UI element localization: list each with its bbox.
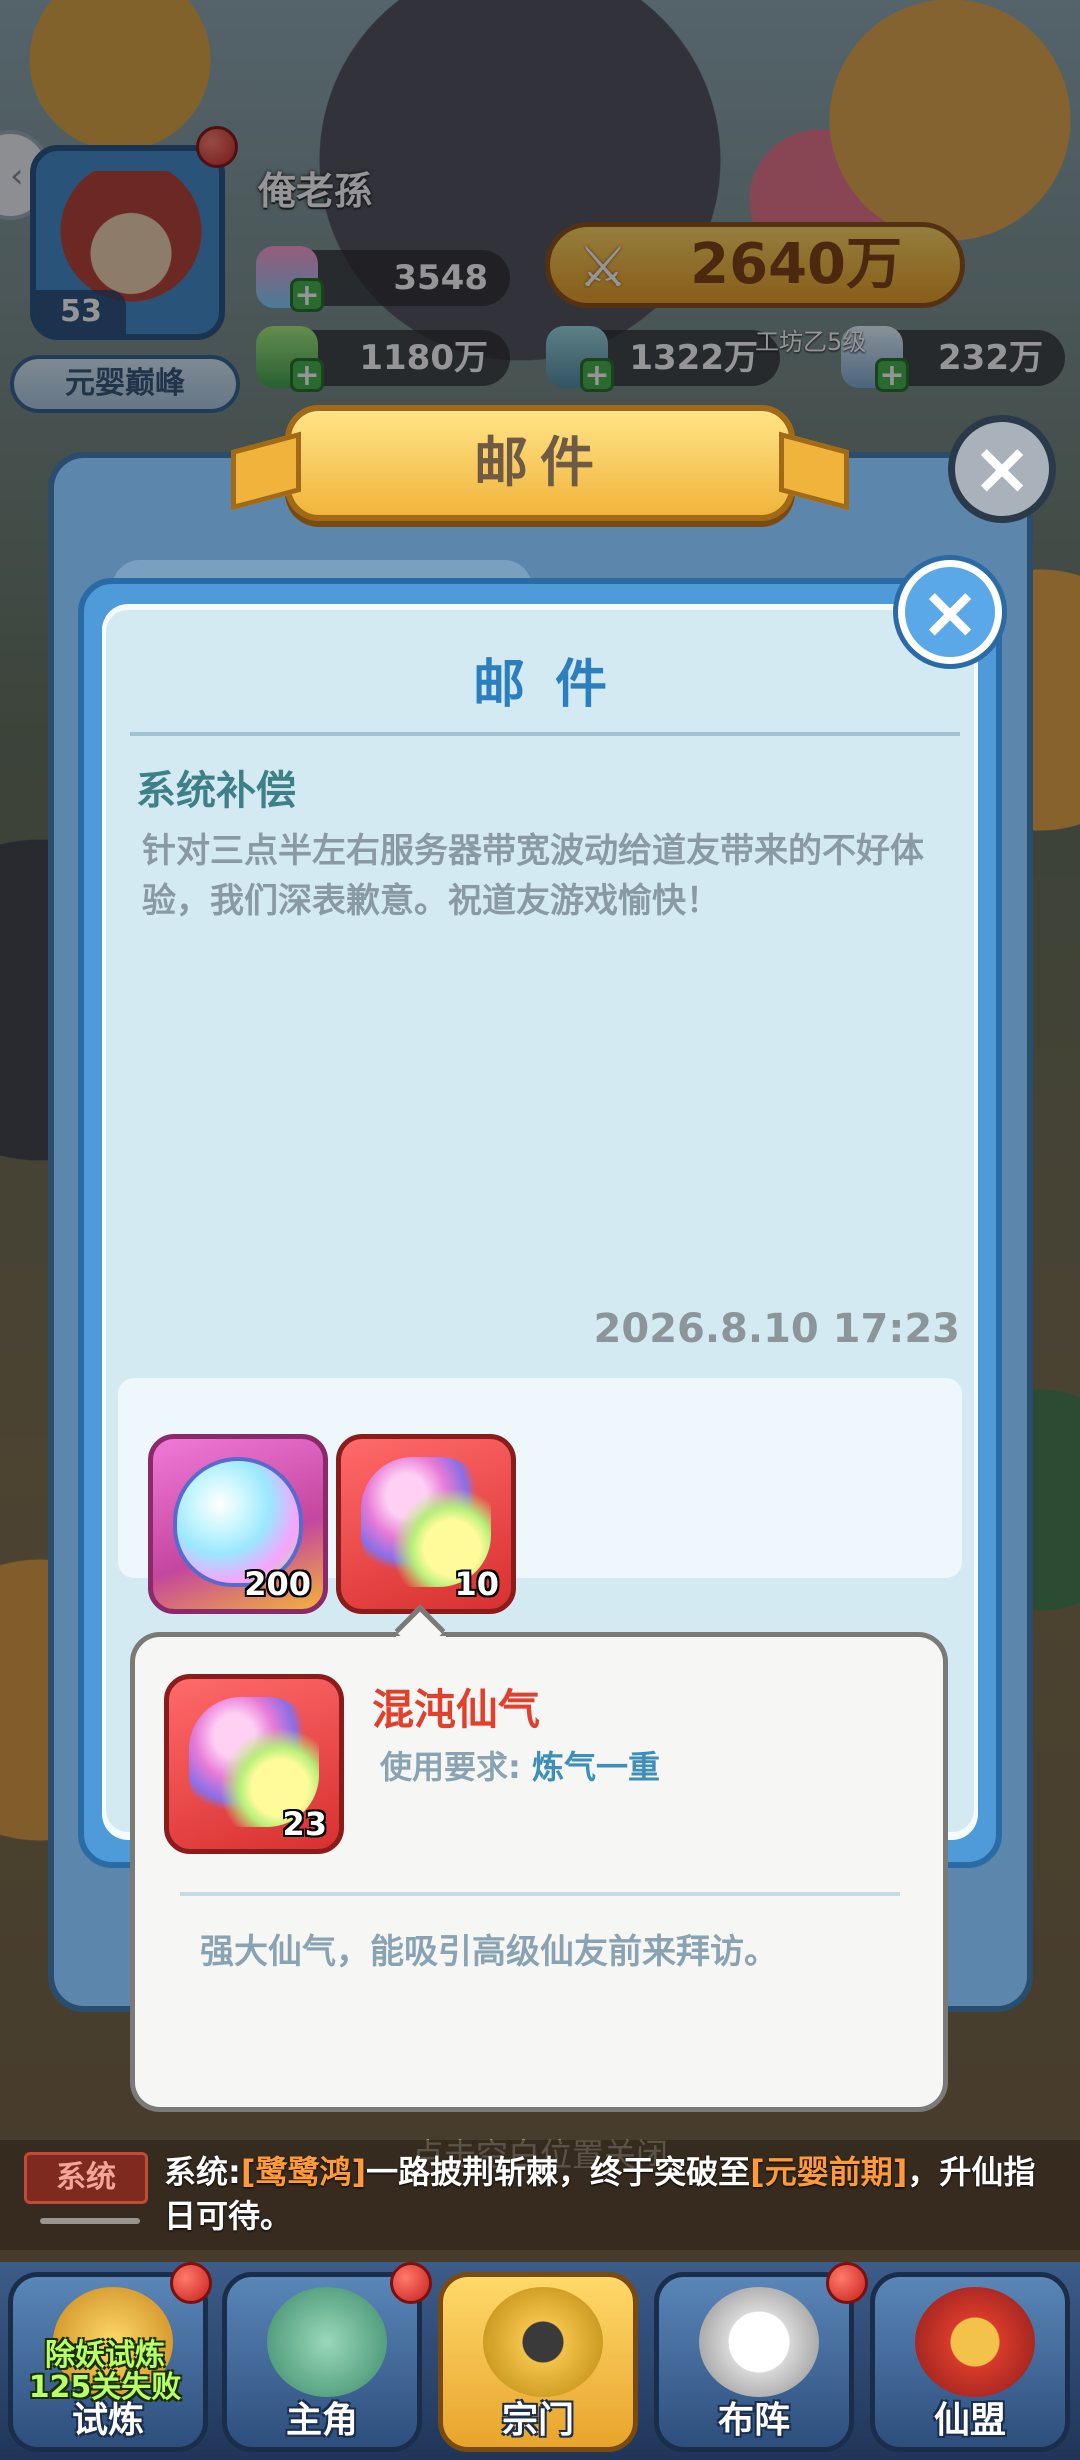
msg-realm: [元婴前期] — [750, 2153, 908, 2191]
mail-subject: 系统补偿 — [136, 768, 296, 814]
attachment-item[interactable]: 200 — [148, 1434, 328, 1614]
tooltip-requirement: 使用要求: 炼气一重 — [380, 1742, 660, 1788]
nav-alliance[interactable]: 仙盟 — [870, 2272, 1070, 2452]
attachment-count: 10 — [454, 1565, 499, 1603]
tooltip-item-count: 23 — [282, 1805, 327, 1843]
chat-page-indicator — [40, 2218, 140, 2224]
tooltip-item-icon: 23 — [164, 1674, 344, 1854]
tooltip-description: 强大仙气，能吸引高级仙友前来拜访。 — [200, 1932, 778, 1972]
mail-panel-title: 邮件 — [474, 431, 606, 494]
nav-formation[interactable]: 布阵 — [654, 2272, 854, 2452]
msg-prefix: 系统: — [164, 2153, 241, 2191]
system-channel-tag: 系统 — [24, 2152, 148, 2204]
msg-player: [鹭鹭鸿] — [240, 2153, 367, 2191]
meditating-hero-icon — [267, 2287, 387, 2397]
msg-text: 一路披荆斩棘，终于突破至 — [366, 2153, 751, 2191]
mail-panel-close-button[interactable]: × — [948, 415, 1056, 523]
attachment-item[interactable]: 10 — [336, 1434, 516, 1614]
notification-dot — [390, 2262, 432, 2304]
attachment-count: 200 — [244, 1565, 311, 1603]
alliance-shield-icon — [915, 2287, 1035, 2397]
yin-yang-icon — [699, 2287, 819, 2397]
nav-sect[interactable]: 宗门 — [438, 2272, 638, 2452]
notification-dot — [170, 2262, 212, 2304]
close-icon: × — [971, 426, 1033, 510]
system-message: 系统:[鹭鹭鸿]一路披荆斩棘，终于突破至[元婴前期]，升仙指日可待。 — [164, 2150, 1044, 2238]
tooltip-divider — [180, 1892, 900, 1896]
nav-formation-label: 布阵 — [717, 2400, 790, 2441]
heading-divider — [130, 732, 960, 736]
requirement-label: 使用要求: — [380, 1748, 521, 1786]
tooltip-pointer-mask — [396, 1636, 446, 1666]
mail-body-text: 针对三点半左右服务器带宽波动给道友带来的不好体验，我们深表歉意。祝道友游戏愉快！ — [142, 831, 924, 921]
notification-dot — [826, 2262, 868, 2304]
mail-panel-title-banner: 邮件 — [231, 405, 849, 521]
incense-burner-icon — [483, 2287, 603, 2397]
tooltip-item-name: 混沌仙气 — [372, 1685, 541, 1734]
mail-date: 2026.8.10 17:23 — [593, 1306, 960, 1352]
nav-alliance-label: 仙盟 — [933, 2400, 1006, 2441]
nav-hero[interactable]: 主角 — [222, 2272, 422, 2452]
mail-detail-heading: 邮件 — [472, 655, 637, 715]
nav-sect-label: 宗门 — [501, 2400, 574, 2441]
trial-status-banner: 除妖试炼 125关失败 — [28, 2338, 182, 2405]
nav-hero-label: 主角 — [285, 2400, 358, 2441]
requirement-value: 炼气一重 — [531, 1748, 660, 1786]
